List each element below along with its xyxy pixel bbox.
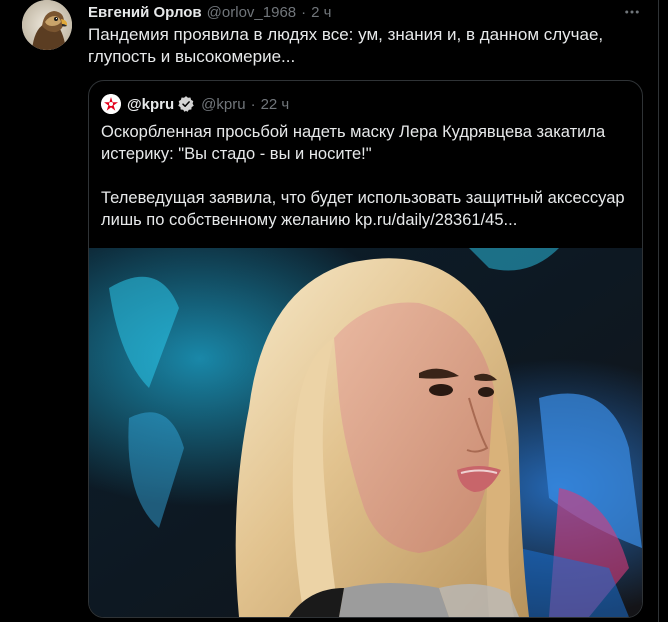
tweet-text: Пандемия проявила в людях все: ум, знани… xyxy=(88,25,604,66)
separator-dot: · xyxy=(301,3,307,21)
verified-badge-icon xyxy=(177,95,195,113)
quoted-tweet-header: @kpru @kpru · 22 ч xyxy=(101,93,289,115)
quoted-paragraph-1: Оскорбленная просьбой надеть маску Лера … xyxy=(101,123,606,163)
more-horizontal-icon[interactable] xyxy=(622,2,642,22)
tweet-header: Евгений Орлов @orlov_1968 · 2 ч xyxy=(88,2,331,22)
quoted-tweet-photo[interactable] xyxy=(89,248,642,617)
quoted-tweet-text: Оскорбленная просьбой надеть маску Лера … xyxy=(101,121,631,231)
quoted-tweet-timestamp[interactable]: 22 ч xyxy=(261,96,290,113)
timeline-column-border xyxy=(658,0,659,622)
author-avatar[interactable] xyxy=(22,0,72,50)
quoted-author-handle[interactable]: @kpru xyxy=(201,96,245,113)
quoted-paragraph-2[interactable]: Телеведущая заявила, что будет использов… xyxy=(101,187,631,231)
author-name[interactable]: Евгений Орлов xyxy=(88,4,202,21)
tweet-timestamp[interactable]: 2 ч xyxy=(311,4,331,21)
author-handle[interactable]: @orlov_1968 xyxy=(207,4,296,21)
quoted-author-name[interactable]: @kpru xyxy=(127,96,174,113)
quoted-tweet[interactable]: @kpru @kpru · 22 ч Оскорбленная просьбой… xyxy=(88,80,643,618)
tweet[interactable]: Евгений Орлов @orlov_1968 · 2 ч Пандемия… xyxy=(0,0,658,622)
separator-dot: · xyxy=(250,95,256,113)
kp-logo-avatar[interactable] xyxy=(101,94,121,114)
